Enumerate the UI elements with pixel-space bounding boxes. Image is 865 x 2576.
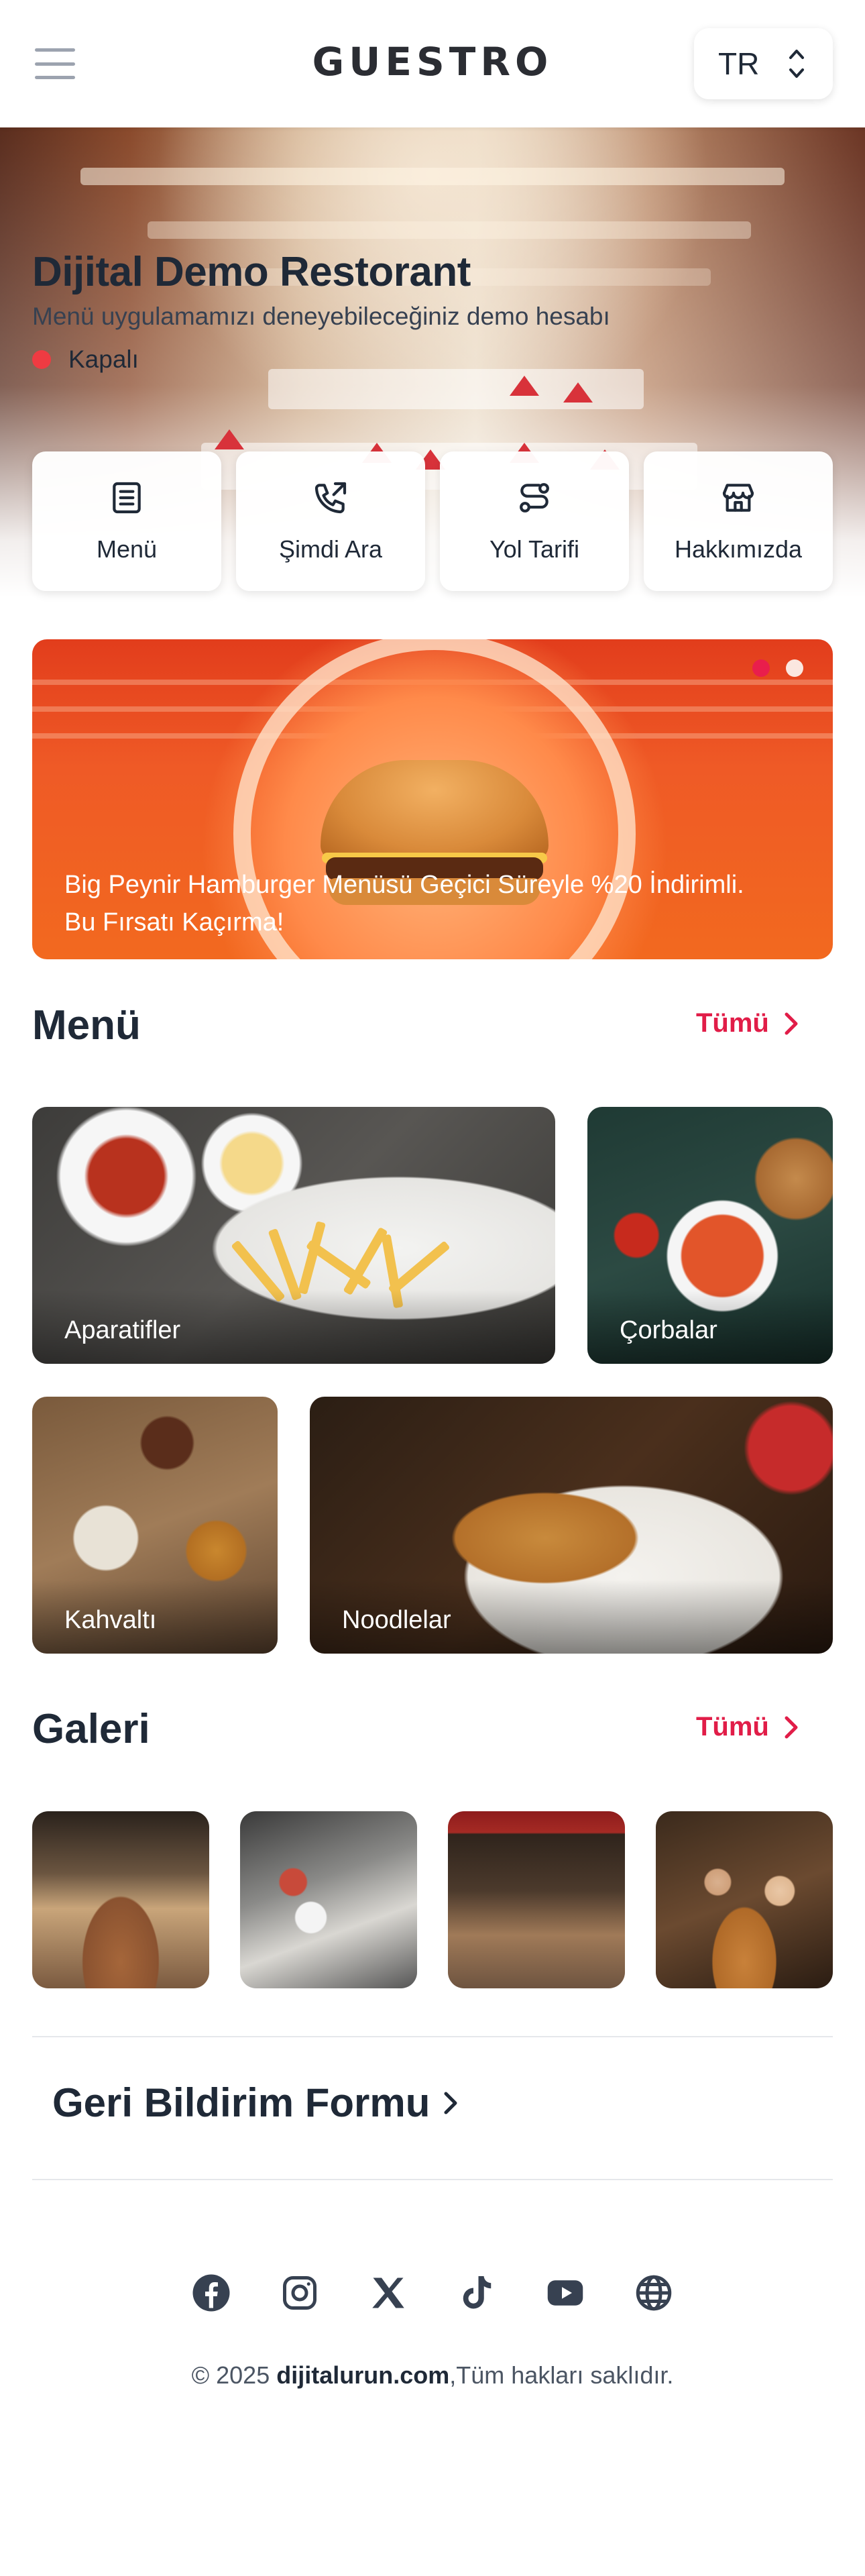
category-label: Noodlelar [342, 1606, 451, 1634]
copyright-brand-link[interactable]: dijitalurun.com [276, 2361, 449, 2389]
quick-actions: Menü Şimdi Ara Yol Tarifi Hakkımızda [32, 451, 833, 591]
globe-icon[interactable] [634, 2273, 674, 2313]
carousel-dot-2[interactable] [786, 659, 803, 677]
menu-button-label: Menü [96, 535, 158, 563]
feedback-form-link[interactable]: Geri Bildirim Formu [52, 2080, 461, 2126]
gallery-image[interactable] [240, 1811, 417, 1988]
status-dot [32, 350, 51, 369]
copyright-year: © 2025 [191, 2361, 270, 2389]
carousel-dots[interactable] [752, 659, 803, 677]
store-icon [722, 484, 754, 512]
phone-call-icon [314, 482, 347, 514]
category-label: Aparatifler [64, 1316, 181, 1344]
restaurant-name: Dijital Demo Restorant [32, 249, 471, 295]
gallery-image[interactable] [32, 1811, 209, 1988]
youtube-icon[interactable] [545, 2273, 585, 2313]
gallery-image[interactable] [656, 1811, 833, 1988]
restaurant-description: Menü uygulamamızı deneyebileceğiniz demo… [32, 303, 610, 330]
language-value: TR [718, 46, 760, 81]
menu-see-all-link[interactable]: Tümü [696, 1008, 803, 1038]
status-badge: Kapalı [32, 345, 610, 374]
restaurant-info: Dijital Demo Restorant Menü uygulamamızı… [32, 248, 610, 374]
gallery-image[interactable] [448, 1811, 625, 1988]
copyright-rights: ,Tüm hakları saklıdır. [449, 2361, 674, 2389]
divider [32, 2036, 833, 2037]
chevron-up-down-icon [789, 50, 804, 78]
category-label: Çorbalar [620, 1316, 717, 1344]
gallery-see-all-link[interactable]: Tümü [696, 1712, 803, 1742]
status-text: Kapalı [68, 345, 139, 373]
x-icon[interactable] [368, 2273, 408, 2313]
menu-button[interactable]: Menü [32, 451, 221, 591]
route-icon [520, 483, 549, 513]
chevron-right-icon [785, 1716, 798, 1738]
instagram-icon[interactable] [280, 2273, 320, 2313]
category-card-aparatifler[interactable]: Aparatifler [32, 1107, 555, 1364]
gallery-see-all-label: Tümü [696, 1712, 769, 1741]
call-now-label: Şimdi Ara [278, 535, 383, 563]
about-label: Hakkımızda [674, 535, 803, 563]
chevron-right-icon [444, 2092, 457, 2114]
feedback-form-label: Geri Bildirim Formu [52, 2080, 430, 2125]
category-card-corbalar[interactable]: Çorbalar [587, 1107, 833, 1364]
divider [32, 2179, 833, 2180]
menu-document-icon [113, 482, 141, 514]
carousel-dot-1[interactable] [752, 659, 770, 677]
chevron-right-icon [785, 1012, 798, 1034]
tiktok-icon[interactable] [457, 2273, 497, 2313]
call-now-button[interactable]: Şimdi Ara [236, 451, 425, 591]
menu-see-all-label: Tümü [696, 1008, 769, 1038]
gallery-section-title: Galeri [32, 1706, 150, 1752]
gallery-grid [32, 1811, 833, 1988]
page: GUESTRO TR Dijital Demo Restorant Menü u… [0, 0, 865, 2576]
category-label: Kahvaltı [64, 1606, 157, 1634]
directions-button[interactable]: Yol Tarifi [440, 451, 629, 591]
about-button[interactable]: Hakkımızda [644, 451, 833, 591]
copyright: © 2025 dijitalurun.com,Tüm hakları saklı… [0, 2361, 865, 2390]
directions-label: Yol Tarifi [489, 535, 580, 563]
category-card-kahvalti[interactable]: Kahvaltı [32, 1397, 278, 1654]
facebook-icon[interactable] [191, 2273, 231, 2313]
promo-banner[interactable]: Big Peynir Hamburger Menüsü Geçici Sürey… [32, 639, 833, 959]
menu-section-title: Menü [32, 1002, 141, 1049]
category-card-noodlelar[interactable]: Noodlelar [310, 1397, 833, 1654]
social-links [0, 2273, 865, 2313]
language-selector[interactable]: TR [694, 28, 833, 99]
app-header: GUESTRO TR [0, 0, 865, 127]
promo-text: Big Peynir Hamburger Menüsü Geçici Sürey… [64, 871, 744, 936]
